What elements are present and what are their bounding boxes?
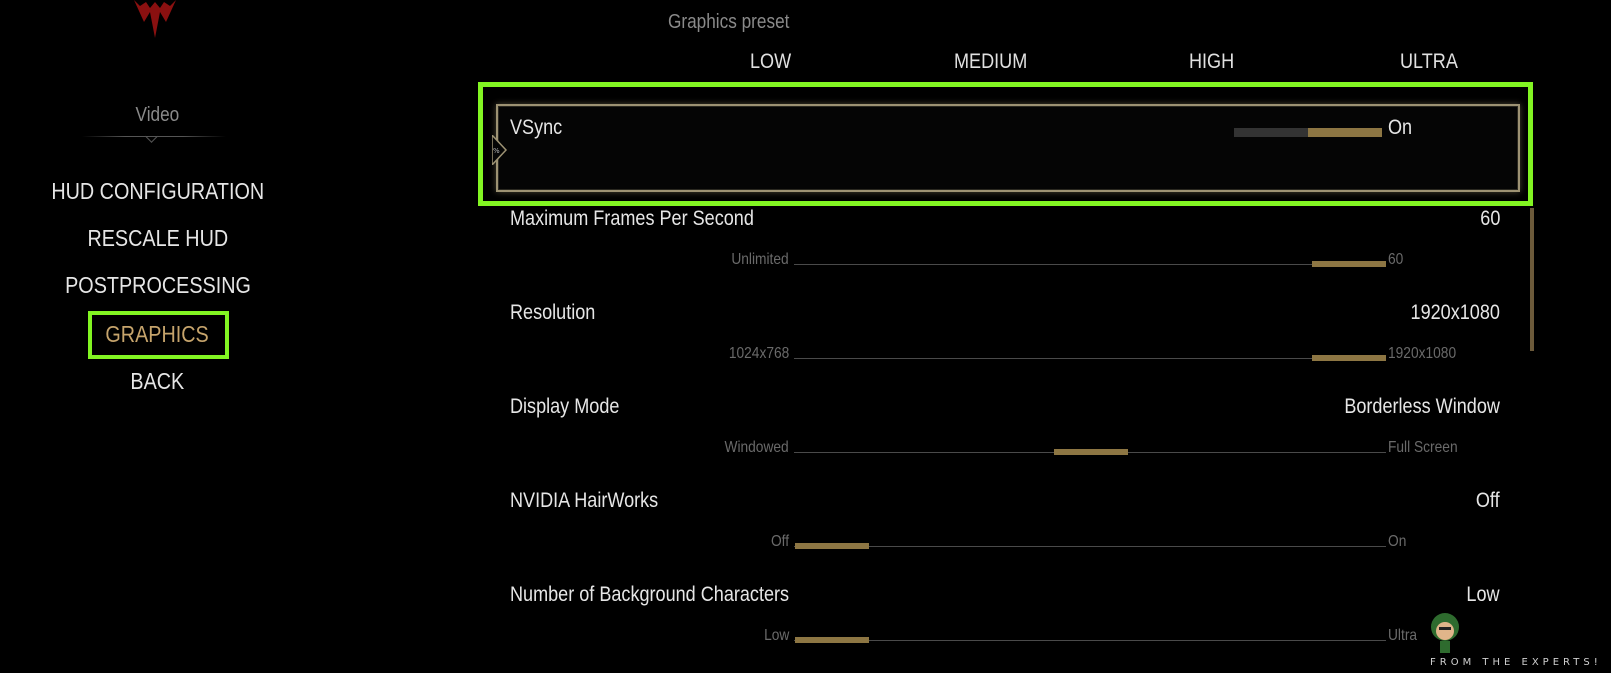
options-scrollbar[interactable] (1530, 208, 1534, 351)
hairworks-label: NVIDIA HairWorks (510, 489, 659, 512)
resolution-slider-track[interactable] (794, 358, 1386, 359)
bg-characters-max-label: Ultra (1388, 627, 1418, 644)
section-divider-tick (145, 130, 158, 143)
resolution-value: 1920x1080 (1410, 301, 1500, 324)
bg-characters-value: Low (1466, 583, 1500, 606)
hairworks-value: Off (1476, 489, 1500, 512)
bg-characters-slider-thumb[interactable] (795, 637, 869, 643)
resolution-min-label: 1024x768 (728, 345, 789, 362)
preset-title: Graphics preset (668, 11, 790, 33)
display-mode-min-label: Windowed (724, 439, 789, 456)
max-fps-max-label: 60 (1388, 251, 1404, 268)
display-mode-label: Display Mode (510, 395, 620, 418)
max-fps-slider-track[interactable] (794, 264, 1386, 265)
max-fps-min-label: Unlimited (731, 251, 789, 268)
hairworks-min-label: Off (770, 533, 789, 550)
bg-characters-label: Number of Background Characters (510, 583, 790, 606)
max-fps-label: Maximum Frames Per Second (510, 207, 754, 230)
preset-ultra[interactable]: ULTRA (1400, 50, 1467, 74)
graphics-highlight-box (88, 311, 229, 359)
preset-low[interactable]: LOW (750, 50, 798, 74)
menu-item-hud-configuration[interactable]: HUD CONFIGURATION (0, 178, 315, 205)
display-mode-value: Borderless Window (1344, 395, 1500, 418)
max-fps-slider-thumb[interactable] (1312, 261, 1386, 267)
menu-item-back[interactable]: BACK (0, 368, 315, 395)
resolution-label: Resolution (510, 301, 596, 324)
witcher-logo-icon (134, 0, 176, 38)
appuals-mascot-icon (1431, 613, 1459, 653)
preset-high[interactable]: HIGH (1189, 50, 1242, 74)
watermark-text: FROM THE EXPERTS! (1430, 657, 1602, 668)
resolution-max-label: 1920x1080 (1388, 345, 1457, 362)
hairworks-max-label: On (1388, 533, 1407, 550)
menu-item-rescale-hud[interactable]: RESCALE HUD (0, 225, 315, 252)
bg-characters-min-label: Low (763, 627, 789, 644)
resolution-slider-thumb[interactable] (1312, 355, 1386, 361)
menu-item-postprocessing[interactable]: POSTPROCESSING (0, 272, 315, 299)
display-mode-max-label: Full Screen (1388, 439, 1458, 456)
vsync-highlight-box (478, 82, 1533, 206)
hairworks-slider-track[interactable] (794, 546, 1386, 547)
preset-medium[interactable]: MEDIUM (954, 50, 1039, 74)
display-mode-slider-thumb[interactable] (1054, 449, 1128, 455)
hairworks-slider-thumb[interactable] (795, 543, 869, 549)
bg-characters-slider-track[interactable] (794, 640, 1386, 641)
section-title: Video (135, 104, 180, 126)
max-fps-value: 60 (1479, 207, 1500, 230)
